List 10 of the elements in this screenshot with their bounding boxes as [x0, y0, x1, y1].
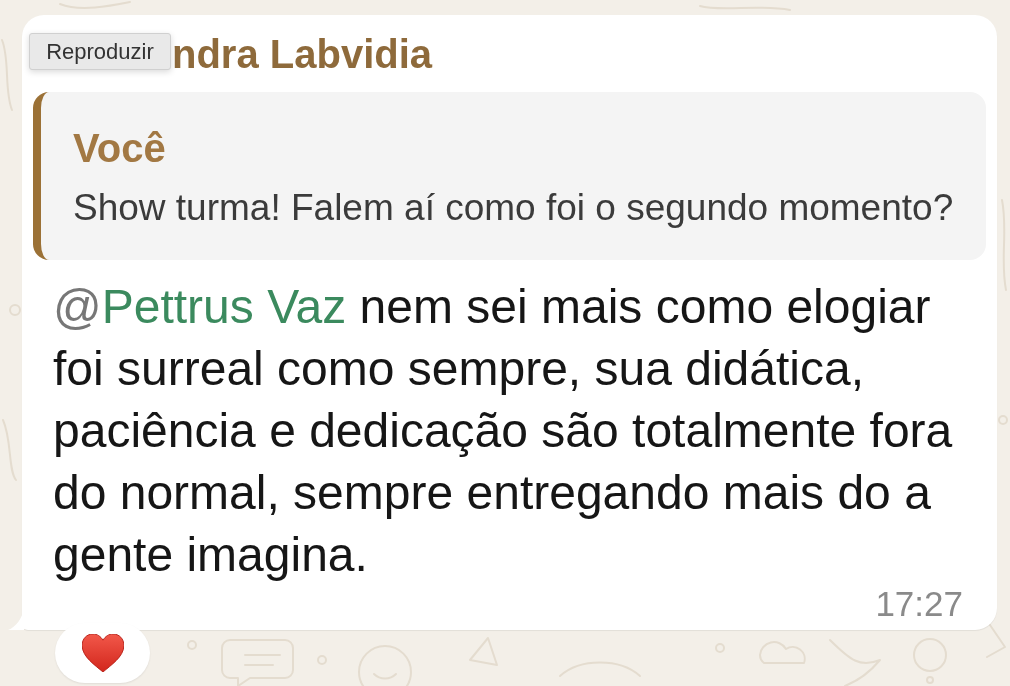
mention-link[interactable]: @Pettrus Vaz [53, 280, 347, 333]
reaction-pill[interactable] [55, 623, 150, 683]
message-text: @Pettrus Vaz nem sei mais como elogiar foi surreal como sempre, sua didática, paciência e dedicação são totalmente fora do normal, sempre entregando mais do a gente imagina. [52, 279, 954, 583]
quoted-text: Show turma! Falem aí como foi o segundo momento? [73, 187, 954, 228]
tooltip: Reproduzir [29, 33, 171, 70]
message-time: 17:27 [875, 586, 963, 622]
quoted-author: Você [73, 126, 166, 170]
heart-icon [81, 634, 124, 672]
quoted-message[interactable]: Você Show turma! Falem aí como foi o segundo momento? [33, 92, 986, 260]
sender-name: ndra Labvidia [172, 32, 433, 76]
